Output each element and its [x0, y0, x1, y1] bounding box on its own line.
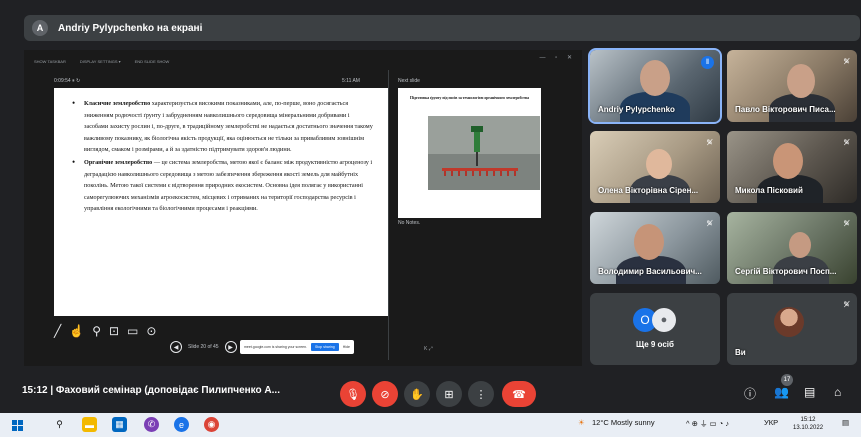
present-button[interactable]: ⊞ [436, 381, 462, 407]
mic-off-icon: ✎̸ [706, 219, 713, 228]
mic-off-button[interactable]: 🎙 [340, 381, 366, 407]
participant-name: Павло Вікторович Писа... [735, 105, 836, 114]
participant-tile[interactable]: ✎̸ Сергій Вікторович Посп... [727, 212, 857, 284]
show-taskbar-button[interactable]: SHOW TASKBAR [34, 59, 66, 64]
slide-tools: ╱ ☝ ⚲ ⊡ ▭ ⊙ [54, 324, 156, 338]
chrome-icon[interactable]: ◉ [204, 417, 219, 432]
end-slideshow-button[interactable]: END SLIDE SHOW [135, 59, 170, 64]
more-icon[interactable]: ⊙ [146, 324, 156, 338]
next-slide-image [428, 116, 540, 190]
participant-name: Andriy Pylypchenko [598, 105, 675, 114]
windows-taskbar: ⚲ ▬ ▦ ✆ e ◉ ☀ 12°C Mostly sunny ^ ⊕ ⏚ ▭ … [0, 413, 861, 437]
speaker-notes: No Notes. [398, 220, 421, 226]
mic-off-icon: ✎̸ [843, 57, 850, 66]
hide-toast-button[interactable]: Hide [343, 345, 350, 349]
stop-sharing-button[interactable]: Stop sharing [311, 343, 339, 351]
bullet-1-text: характеризується високими показниками, а… [84, 100, 373, 154]
screen-icon[interactable]: ▭ [127, 324, 138, 338]
more-participants-tile[interactable]: О ● Ще 9 осіб [590, 293, 720, 365]
participant-photo-avatar: ● [652, 308, 676, 332]
presenter-window-controls[interactable]: — ▫ ✕ [540, 54, 577, 61]
meeting-controls-bar: 15:12 | Фаховий семінар (доповідає Пилип… [0, 377, 861, 413]
more-participants-label: Ще 9 осіб [636, 340, 674, 349]
display-settings-button[interactable]: DISPLAY SETTINGS ▾ [80, 59, 121, 64]
mic-off-icon: ✎̸ [706, 138, 713, 147]
participant-tile[interactable]: ✎̸ Володимир Васильович... [590, 212, 720, 284]
meet-window: A Andriy Pylypchenko на екрані SHOW TASK… [0, 0, 861, 437]
leave-call-button[interactable]: ☎ [502, 381, 536, 407]
participant-name: Микола Пісковий [735, 186, 803, 195]
next-slide-label: Next slide [398, 78, 420, 84]
taskbar-clock[interactable]: 15:12 13.10.2022 [793, 416, 823, 432]
field-machine-image [428, 116, 540, 190]
self-view-tile[interactable]: ✎̸ Ви [727, 293, 857, 365]
presenting-title: Andriy Pylypchenko на екрані [58, 22, 203, 34]
toast-message: meet.google.com is sharing your screen. [244, 345, 308, 349]
windows-start-icon[interactable] [12, 419, 23, 431]
mic-off-icon: ✎̸ [843, 219, 850, 228]
system-tray-icons[interactable]: ^ ⊕ ⏚ ▭ ◔ ♪ [686, 418, 729, 429]
participant-tile[interactable]: ⦀ Andriy Pylypchenko [588, 48, 722, 124]
pointer-icon[interactable]: ☝ [69, 324, 84, 338]
mic-off-icon: ✎̸ [843, 300, 850, 309]
participant-tile[interactable]: ✎̸ Павло Вікторович Писа... [727, 50, 857, 122]
slide-navigation: ◀ Slide 20 of 45 ▶ [170, 341, 237, 353]
self-avatar [774, 307, 804, 337]
slideshow-timer: 0:09:54 ⏸ ↻ [54, 78, 81, 84]
activities-icon[interactable]: ⌂ [834, 385, 841, 399]
slide-bullet-1: Класичне землеробство характеризується в… [72, 98, 374, 156]
search-icon[interactable]: ⚲ [52, 417, 67, 432]
people-icon[interactable]: 👥 [774, 385, 789, 399]
bullet-2-heading: Органічне землеробство [84, 158, 153, 166]
meeting-info-icon[interactable]: ⓘ [744, 385, 756, 402]
language-indicator[interactable]: УКР [764, 418, 778, 427]
people-count-badge: 17 [781, 374, 793, 386]
presenting-banner: A Andriy Pylypchenko на екрані [24, 15, 860, 41]
store-icon[interactable]: ▦ [112, 417, 127, 432]
presenter-avatar: A [32, 20, 48, 36]
slideshow-clock: 5:11 AM [342, 78, 360, 84]
more-options-button[interactable]: ⋮ [468, 381, 494, 407]
bullet-1-heading: Класичне землеробство [84, 100, 151, 107]
next-slide-preview[interactable]: Підготовка ґрунту під посів за технологі… [398, 88, 541, 218]
next-slide-icon[interactable]: ▶ [224, 341, 237, 353]
edge-icon[interactable]: e [174, 417, 189, 432]
speaking-icon: ⦀ [701, 56, 714, 69]
presenter-toolbar: SHOW TASKBAR DISPLAY SETTINGS ▾ END SLID… [34, 56, 169, 66]
clock-date: 13.10.2022 [793, 425, 824, 431]
chat-icon[interactable]: ▤ [804, 385, 815, 399]
pane-divider [388, 70, 389, 360]
current-slide: Класичне землеробство характеризується в… [54, 88, 388, 316]
slide-bullet-2: Органічне землеробство — це система земл… [72, 157, 374, 215]
pen-icon[interactable]: ╱ [54, 324, 61, 338]
self-label: Ви [735, 348, 746, 357]
subtitles-icon[interactable]: ⊡ [109, 324, 119, 338]
screen-share-toast: meet.google.com is sharing your screen. … [240, 340, 354, 354]
participant-tile[interactable]: ✎̸ Олена Вікторівна Сірен... [590, 131, 720, 203]
viber-icon[interactable]: ✆ [144, 417, 159, 432]
clock-time: 15:12 [800, 417, 816, 423]
meeting-title: 15:12 | Фаховий семінар (доповідає Пилип… [22, 385, 280, 396]
next-slide-title: Підготовка ґрунту під посів за технологі… [410, 96, 529, 100]
participant-name: Володимир Васильович... [598, 267, 702, 276]
participant-tile[interactable]: ✎̸ Микола Пісковий [727, 131, 857, 203]
file-explorer-icon[interactable]: ▬ [82, 417, 97, 432]
participant-name: Олена Вікторівна Сірен... [598, 186, 699, 195]
notifications-icon[interactable]: ▤ [842, 418, 849, 427]
expand-icon[interactable]: K ⤢ [424, 346, 433, 352]
presentation-area: SHOW TASKBAR DISPLAY SETTINGS ▾ END SLID… [24, 50, 582, 366]
bullet-2-text: — це система землеробства, метою якої є … [84, 158, 373, 213]
raise-hand-button[interactable]: ✋ [404, 381, 430, 407]
zoom-icon[interactable]: ⚲ [92, 324, 101, 338]
slide-counter: Slide 20 of 45 [188, 344, 219, 350]
previous-slide-icon[interactable]: ◀ [170, 341, 182, 353]
camera-off-button[interactable]: ⊘ [372, 381, 398, 407]
participant-name: Сергій Вікторович Посп... [735, 267, 837, 276]
weather-icon[interactable]: ☀ [578, 418, 585, 427]
weather-text[interactable]: 12°C Mostly sunny [592, 418, 655, 427]
mic-off-icon: ✎̸ [843, 138, 850, 147]
